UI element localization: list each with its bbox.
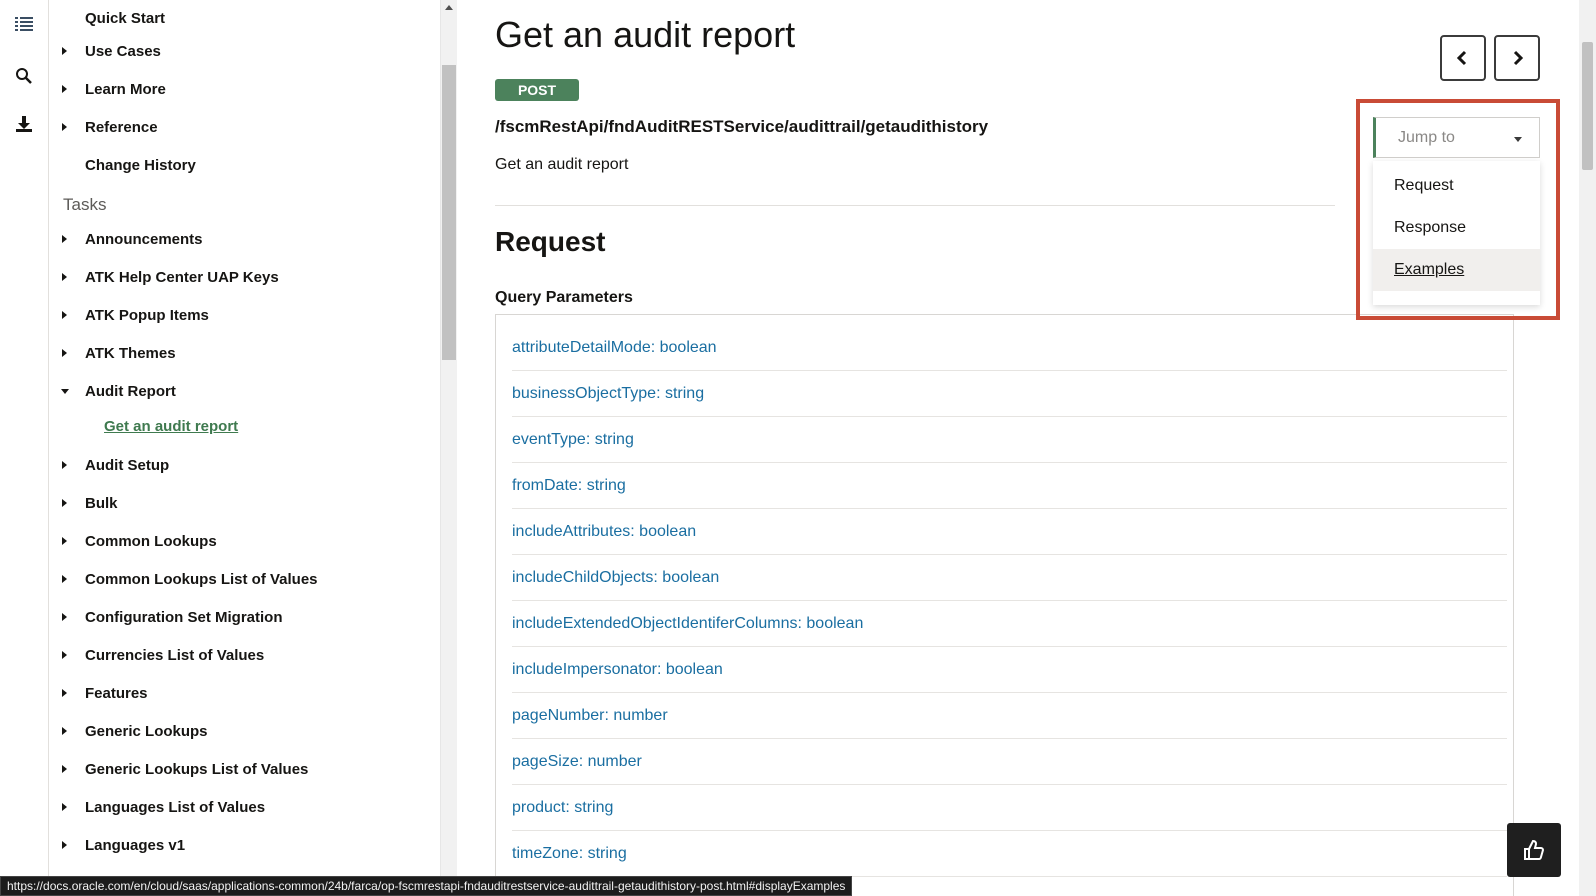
toc-nav: Quick Start Use Cases Learn More Referen… <box>49 0 447 896</box>
jump-to-select[interactable]: Jump to <box>1373 117 1540 158</box>
expand-arrow-icon <box>62 123 67 131</box>
request-heading: Request <box>495 226 606 257</box>
expand-arrow-icon <box>62 311 67 319</box>
download-icon[interactable] <box>12 112 36 136</box>
scroll-up-arrow-icon[interactable] <box>445 5 453 10</box>
param-link[interactable]: includeAttributes: boolean <box>512 509 1507 555</box>
jump-option-request[interactable]: Request <box>1373 165 1540 207</box>
nav-item-label: Common Lookups List of Values <box>85 570 318 588</box>
icon-rail <box>0 0 49 896</box>
expand-arrow-icon <box>62 575 67 583</box>
chevron-right-icon <box>1513 50 1524 66</box>
thumbs-up-icon <box>1524 839 1545 860</box>
nav-item-label: Learn More <box>85 80 166 98</box>
nav-item-label: Quick Start <box>85 9 166 27</box>
chevron-left-icon <box>1456 50 1467 66</box>
nav-item-label: ATK Themes <box>85 344 176 362</box>
expand-arrow-icon <box>62 727 67 735</box>
page-title: Get an audit report <box>495 14 796 55</box>
param-link[interactable]: pageNumber: number <box>512 693 1507 739</box>
param-link[interactable]: eventType: string <box>512 417 1507 463</box>
nav-scrollbar-thumb[interactable] <box>442 65 456 360</box>
nav-item-label: ATK Popup Items <box>85 306 209 324</box>
expand-arrow-icon <box>62 349 67 357</box>
jump-to-placeholder: Jump to <box>1398 129 1455 146</box>
param-link[interactable]: product: string <box>512 785 1507 831</box>
tasks-heading: Tasks <box>63 195 107 214</box>
expand-arrow-icon <box>62 765 67 773</box>
feedback-button[interactable] <box>1507 823 1561 877</box>
expand-arrow-icon <box>62 499 67 507</box>
expand-arrow-icon <box>62 85 67 93</box>
param-link[interactable]: includeExtendedObjectIdentiferColumns: b… <box>512 601 1507 647</box>
endpoint-path: /fscmRestApi/fndAuditRESTService/audittr… <box>495 117 989 136</box>
query-parameters-heading: Query Parameters <box>495 289 633 306</box>
expand-arrow-icon <box>62 537 67 545</box>
jump-option-examples[interactable]: Examples <box>1373 249 1540 291</box>
nav-item-label: Audit Setup <box>85 456 170 474</box>
method-badge: POST <box>495 79 579 101</box>
nav-scrollbar[interactable] <box>440 0 457 896</box>
main-scrollbar[interactable] <box>1579 0 1596 896</box>
next-page-button[interactable] <box>1494 35 1540 81</box>
caret-down-icon <box>1514 137 1522 142</box>
list-icon[interactable] <box>12 12 36 36</box>
nav-item-label: Generic Lookups List of Values <box>85 760 309 778</box>
divider <box>495 205 1335 206</box>
nav-item-label: Bulk <box>85 494 118 512</box>
status-bar-url: https://docs.oracle.com/en/cloud/saas/ap… <box>0 876 853 896</box>
jump-to-menu: Request Response Examples <box>1373 161 1540 305</box>
expand-arrow-icon <box>62 235 67 243</box>
nav-sub-get-audit-report[interactable]: Get an audit report <box>104 418 238 435</box>
nav-item-label: Audit Report <box>85 382 176 400</box>
nav-item-label: Features <box>85 684 148 702</box>
expand-arrow-icon <box>62 461 67 469</box>
nav-item-label: Currencies List of Values <box>85 646 265 664</box>
nav-item-label: Common Lookups <box>85 532 217 550</box>
expand-arrow-icon <box>62 689 67 697</box>
expand-arrow-icon <box>62 613 67 621</box>
nav-item-label: Reference <box>85 118 158 136</box>
expand-arrow-icon <box>62 841 67 849</box>
nav-item-label: Generic Lookups <box>85 722 208 740</box>
nav-item-label: Languages List of Values <box>85 798 266 816</box>
param-link[interactable]: includeChildObjects: boolean <box>512 555 1507 601</box>
nav-item-label: ATK Help Center UAP Keys <box>85 268 279 286</box>
expand-arrow-icon <box>62 803 67 811</box>
param-link[interactable]: businessObjectType: string <box>512 371 1507 417</box>
nav-item-label: Configuration Set Migration <box>85 608 283 626</box>
nav-item-label: Announcements <box>85 230 203 248</box>
param-link[interactable]: attributeDetailMode: boolean <box>512 325 1507 371</box>
expand-arrow-icon <box>62 651 67 659</box>
query-parameters-list: attributeDetailMode: boolean businessObj… <box>495 314 1514 896</box>
previous-page-button[interactable] <box>1440 35 1486 81</box>
param-link[interactable]: includeImpersonator: boolean <box>512 647 1507 693</box>
main-scrollbar-thumb[interactable] <box>1582 42 1593 170</box>
nav-item-label: Change History <box>85 156 196 174</box>
search-icon[interactable] <box>12 64 36 88</box>
collapse-arrow-icon <box>61 388 69 394</box>
nav-item-label: Use Cases <box>85 42 161 60</box>
endpoint-description: Get an audit report <box>495 156 629 173</box>
param-link[interactable]: timeZone: string <box>512 831 1507 877</box>
expand-arrow-icon <box>62 47 67 55</box>
param-link[interactable]: pageSize: number <box>512 739 1507 785</box>
expand-arrow-icon <box>62 273 67 281</box>
param-link[interactable]: fromDate: string <box>512 463 1507 509</box>
nav-item-label: Languages v1 <box>85 836 186 854</box>
jump-option-response[interactable]: Response <box>1373 207 1540 249</box>
